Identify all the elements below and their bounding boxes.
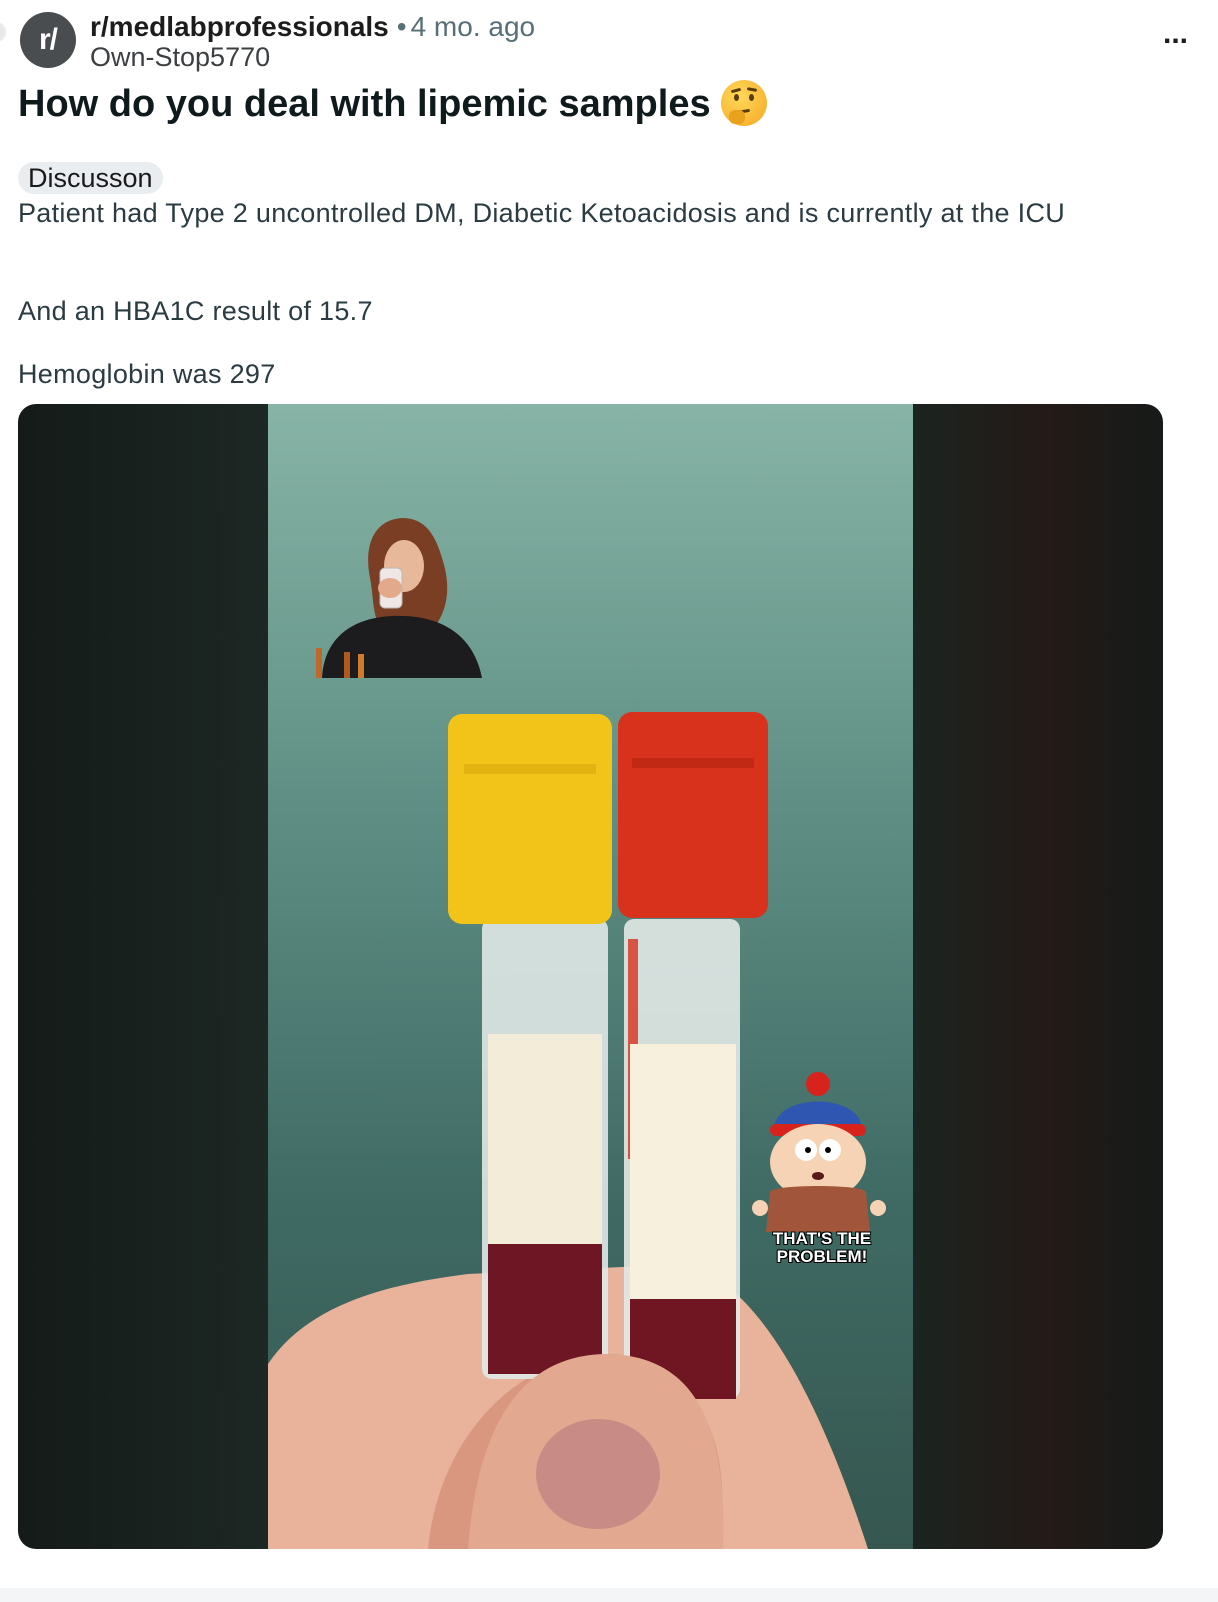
- post-title-text: How do you deal with lipemic samples: [18, 83, 711, 125]
- post-body-paragraph: And an HBA1C result of 15.7: [18, 296, 373, 326]
- sticker-caption-line: PROBLEM!: [776, 1247, 868, 1266]
- post-age: 4 mo. ago: [410, 11, 536, 42]
- bottom-strip: [0, 1588, 1218, 1602]
- subreddit-link[interactable]: r/medlabprofessionals: [90, 11, 389, 42]
- media-image: THAT'S THE PROBLEM!: [268, 404, 913, 1549]
- thinking-face-icon: [720, 80, 767, 126]
- post-flair[interactable]: Discusson: [18, 162, 163, 194]
- cartoon-sticker: THAT'S THE PROBLEM!: [752, 1072, 892, 1272]
- post-body-paragraph: Patient had Type 2 uncontrolled DM, Diab…: [18, 198, 1066, 228]
- more-options-button[interactable]: ...: [1163, 19, 1188, 49]
- author-link[interactable]: Own-Stop5770: [90, 44, 535, 71]
- tube-cap-yellow: [448, 714, 612, 924]
- blood-tubes-illustration: [268, 712, 868, 1549]
- post-body-paragraph: Hemoglobin was 297: [18, 359, 276, 389]
- meta-separator: •: [396, 11, 407, 42]
- sticker-caption-line: THAT'S THE: [772, 1229, 872, 1248]
- post-media[interactable]: THAT'S THE PROBLEM!: [18, 404, 1163, 1549]
- post-title[interactable]: How do you deal with lipemic samples: [18, 80, 767, 128]
- edge-partial-icon: [0, 22, 6, 42]
- subreddit-avatar-label: r/: [38, 23, 58, 56]
- tube-cap-red: [618, 712, 768, 918]
- subreddit-avatar[interactable]: r/: [20, 12, 76, 68]
- post-meta: r/medlabprofessionals • 4 mo. ago Own-Stop…: [90, 10, 536, 71]
- sticker-caption: THAT'S THE PROBLEM!: [752, 1230, 892, 1266]
